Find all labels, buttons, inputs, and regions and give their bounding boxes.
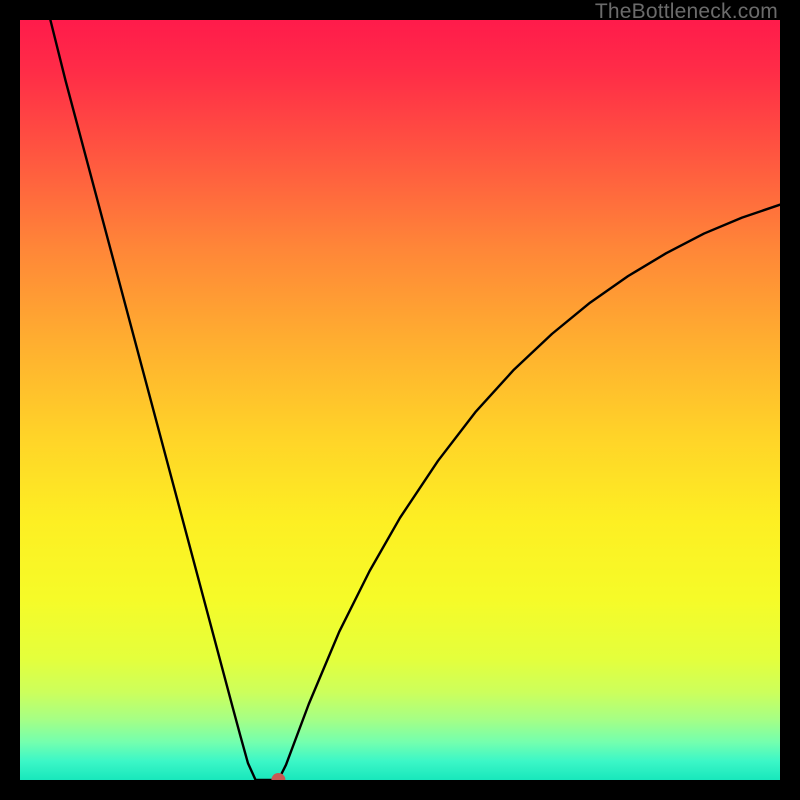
chart-frame — [20, 20, 780, 780]
gradient-bg — [20, 20, 780, 780]
bottleneck-plot — [20, 20, 780, 780]
watermark-text: TheBottleneck.com — [595, 0, 778, 24]
